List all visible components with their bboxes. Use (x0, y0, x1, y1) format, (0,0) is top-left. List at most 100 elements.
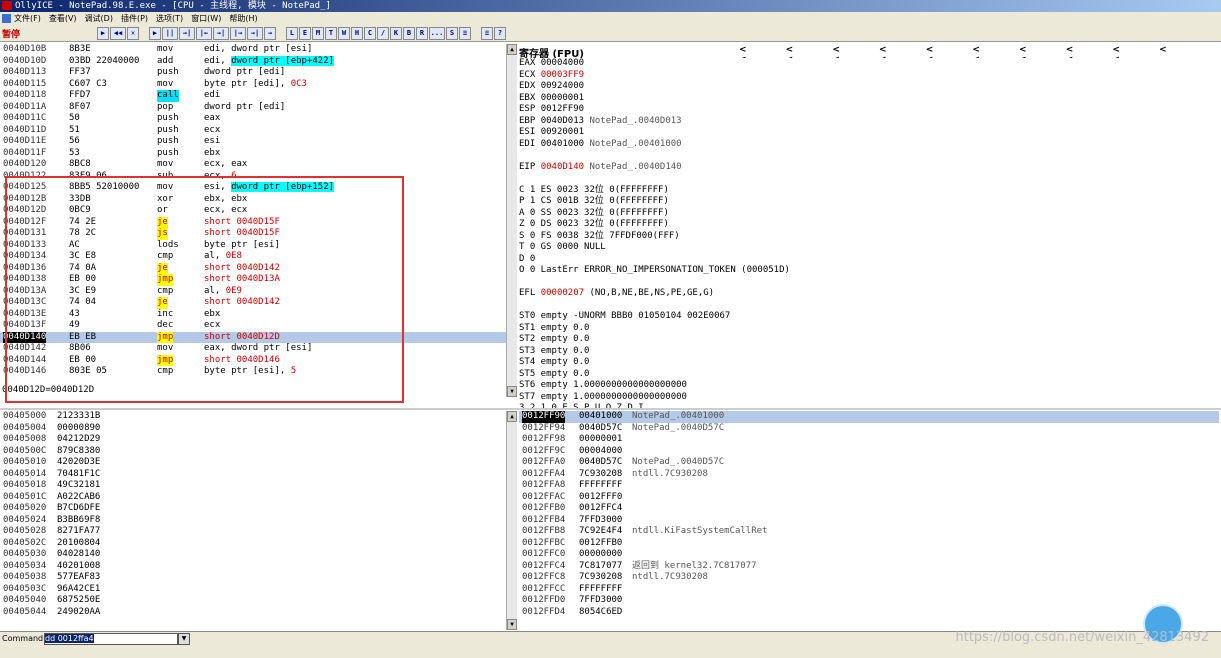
registers-pane[interactable]: EAX 00004000 ECX 00003FF9 EDX 00924000 EBX … (519, 58, 1219, 408)
register-row[interactable]: EDX 00924000 (519, 81, 1219, 93)
toolbar-button[interactable]: W (338, 27, 350, 40)
disasm-row[interactable]: 0040D133 AC lods byte ptr [esi] (0, 240, 506, 252)
scroll-down-icon[interactable]: ▼ (507, 386, 517, 397)
toolbar-button[interactable]: || (162, 27, 178, 40)
disasm-row[interactable]: 0040D138 EB 00 jmp short 0040D13A (0, 274, 506, 286)
toolbar-button[interactable]: ... (429, 27, 445, 40)
dump-row[interactable]: 00405044 249020AA (0, 607, 506, 619)
disasm-row[interactable]: 0040D13E 43 inc ebx (0, 309, 506, 321)
toolbar-button[interactable]: ≡ (459, 27, 471, 40)
scroll-up-icon[interactable]: ▲ (507, 44, 517, 55)
dump-row[interactable]: 00405008 04212D29 (0, 434, 506, 446)
stack-row[interactable]: 0012FFB8 7C92E4F4 ntdll.KiFastSystemCallRe… (519, 526, 1219, 538)
disasm-row[interactable]: 0040D140 EB EB jmp short 0040D12D (0, 331, 506, 343)
menu-item[interactable]: 帮助(H) (229, 14, 257, 23)
toolbar-button[interactable]: / (377, 27, 389, 40)
disasm-row[interactable]: 0040D125 8BB5 52010000 mov esi, dword ptr [… (0, 182, 506, 194)
disasm-row[interactable]: 0040D11E 56 push esi (0, 136, 506, 148)
disasm-row[interactable]: 0040D136 74 0A je short 0040D142 (0, 262, 506, 274)
stack-row[interactable]: 0012FF98 00000001 (519, 434, 1219, 446)
disasm-row[interactable]: 0040D10B 8B3E mov edi, dword ptr [esi] (0, 44, 506, 56)
disasm-row[interactable]: 0040D11D 51 push ecx (0, 125, 506, 137)
dump-row[interactable]: 00405034 40201008 (0, 561, 506, 573)
toolbar-button[interactable]: →| (247, 27, 263, 40)
dump-row[interactable]: 00405038 577EAF83 (0, 572, 506, 584)
dump-row[interactable]: 0040500C 879C8380 (0, 446, 506, 458)
disasm-row[interactable]: 0040D12D 0BC9 or ecx, ecx (0, 205, 506, 217)
stack-row[interactable]: 0012FFAC 0012FFF0 (519, 492, 1219, 504)
toolbar-button[interactable]: ▶ (149, 27, 161, 40)
menu-item[interactable]: 查看(V) (49, 14, 77, 23)
dump-row[interactable]: 00405028 8271FA77 (0, 526, 506, 538)
toolbar-button[interactable]: C (364, 27, 376, 40)
register-eip[interactable]: EIP 0040D140 NotePad_.0040D140 (519, 162, 1219, 174)
register-row[interactable]: ESP 0012FF90 (519, 104, 1219, 116)
toolbar-button[interactable]: ◀◀ (110, 27, 126, 40)
toolbar-button[interactable]: ✕ (127, 27, 139, 40)
toolbar-button[interactable]: ? (494, 27, 506, 40)
stack-row[interactable]: 0012FF94 0040D57C NotePad_.0040D57C (519, 423, 1219, 435)
stack-row[interactable]: 0012FF9C 00004000 (519, 446, 1219, 458)
scroll-down-icon[interactable]: ▼ (507, 619, 517, 630)
toolbar-button[interactable]: →| (179, 27, 195, 40)
stack-row[interactable]: 0012FFA0 0040D57C NotePad_.0040D57C (519, 457, 1219, 469)
register-row[interactable]: ECX 00003FF9 (519, 70, 1219, 82)
disasm-row[interactable]: 0040D11F 53 push ebx (0, 148, 506, 160)
toolbar-button[interactable]: ≡ (481, 27, 493, 40)
register-row[interactable]: EBP 0040D013 NotePad_.0040D013 (519, 116, 1219, 128)
register-row[interactable]: EBX 00000001 (519, 93, 1219, 105)
stack-row[interactable]: 0012FFA4 7C930208 ntdll.7C930208 (519, 469, 1219, 481)
dump-row[interactable]: 0040503C 96A42CE1 (0, 584, 506, 596)
toolbar-button[interactable]: ▶ (97, 27, 109, 40)
disasm-row[interactable]: 0040D10D 03BD 22040000 add edi, dword ptr [… (0, 55, 506, 68)
disasm-row[interactable]: 0040D146 803E 05 cmp byte ptr [esi], 5 (0, 366, 506, 378)
toolbar-button[interactable]: H (351, 27, 363, 40)
dump-row[interactable]: 00405030 04028140 (0, 549, 506, 561)
dump-row[interactable]: 0040501C A022CAB6 (0, 492, 506, 504)
stack-row[interactable]: 0012FFC8 7C930208 ntdll.7C930208 (519, 572, 1219, 584)
disasm-row[interactable]: 0040D11A 8F07 pop dword ptr [edi] (0, 102, 506, 114)
disasm-row[interactable]: 0040D134 3C E8 cmp al, 0E8 (0, 251, 506, 263)
disasm-row[interactable]: 0040D120 8BC8 mov ecx, eax (0, 159, 506, 171)
scroll-up-icon[interactable]: ▲ (507, 411, 517, 422)
disasm-row[interactable]: 0040D131 78 2C js short 0040D15F (0, 228, 506, 240)
toolbar-button[interactable]: T (325, 27, 337, 40)
stack-pane[interactable]: 0012FF90 00401000 NotePad_.00401000 0012FF9… (519, 411, 1219, 630)
menu-item[interactable]: 调试(D) (85, 14, 113, 23)
dump-row[interactable]: 00405004 00000890 (0, 423, 506, 435)
horizontal-splitter[interactable] (0, 408, 1221, 410)
dump-row[interactable]: 00405024 B3BB69F8 (0, 515, 506, 527)
stack-row[interactable]: 0012FF90 00401000 NotePad_.00401000 (519, 411, 1219, 423)
command-input[interactable]: dd 0012ffa4 (44, 633, 178, 645)
menu-item[interactable]: 窗口(W) (191, 14, 221, 23)
stack-row[interactable]: 0012FFD4 8054C6ED (519, 607, 1219, 619)
stack-row[interactable]: 0012FFB0 0012FFC4 (519, 503, 1219, 515)
menu-item[interactable]: 文件(F) (14, 14, 41, 23)
stack-row[interactable]: 0012FFD0 7FFD3000 (519, 595, 1219, 607)
disasm-row[interactable]: 0040D13F 49 dec ecx (0, 320, 506, 332)
disassembly-scrollbar[interactable]: ▲ ▼ (506, 44, 517, 397)
toolbar-button[interactable]: B (403, 27, 415, 40)
disasm-row[interactable]: 0040D12B 33DB xor ebx, ebx (0, 194, 506, 206)
toolbar-button[interactable]: R (416, 27, 428, 40)
disasm-row[interactable]: 0040D13C 74 04 je short 0040D142 (0, 297, 506, 309)
toolbar-button[interactable]: → (264, 27, 276, 40)
register-row[interactable]: ESI 00920001 (519, 127, 1219, 139)
disasm-row[interactable]: 0040D13A 3C E9 cmp al, 0E9 (0, 286, 506, 298)
register-row[interactable]: EAX 00004000 (519, 58, 1219, 70)
dump-row[interactable]: 00405020 B7CD6DFE (0, 503, 506, 515)
toolbar-button[interactable]: |← (196, 27, 212, 40)
toolbar-button[interactable]: |→ (230, 27, 246, 40)
dump-row[interactable]: 00405018 49C32181 (0, 480, 506, 492)
disasm-row[interactable]: 0040D122 83E9 06 sub ecx, 6 (0, 171, 506, 183)
disasm-row[interactable]: 0040D12F 74 2E je short 0040D15F (0, 216, 506, 228)
disasm-row[interactable]: 0040D113 FF37 push dword ptr [edi] (0, 67, 506, 79)
dump-scrollbar[interactable]: ▲ ▼ (506, 411, 517, 630)
disasm-row[interactable]: 0040D115 C607 C3 mov byte ptr [edi], 0C3 (0, 79, 506, 91)
toolbar-button[interactable]: S (446, 27, 458, 40)
toolbar-button[interactable]: L (286, 27, 298, 40)
toolbar-button[interactable]: M (312, 27, 324, 40)
stack-row[interactable]: 0012FFCC FFFFFFFF (519, 584, 1219, 596)
stack-row[interactable]: 0012FFB4 7FFD3000 (519, 515, 1219, 527)
dump-row[interactable]: 0040502C 20100804 (0, 538, 506, 550)
